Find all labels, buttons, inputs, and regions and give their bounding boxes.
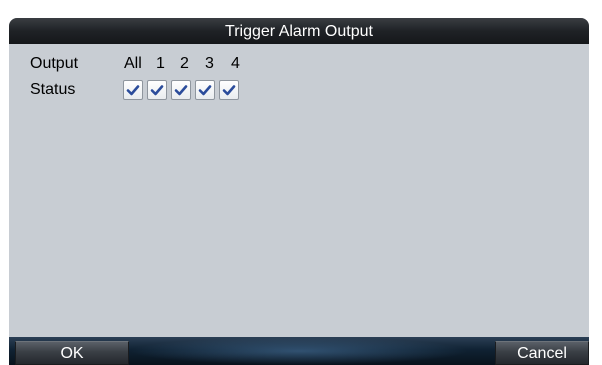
output-label-3: 3 [205, 55, 214, 72]
footer-glow [129, 337, 469, 365]
checkmark-icon [174, 85, 188, 96]
status-row-label: Status [30, 81, 76, 98]
checkmark-icon [222, 85, 236, 96]
dialog-content: Output Status All 1 2 3 4 [9, 44, 589, 337]
checkbox-output-1[interactable] [147, 80, 167, 100]
output-label-2: 2 [180, 55, 189, 72]
checkmark-icon [126, 85, 140, 96]
output-label-1: 1 [156, 55, 165, 72]
trigger-alarm-output-dialog: Trigger Alarm Output Output Status All 1… [9, 18, 589, 365]
checkbox-all[interactable] [123, 80, 143, 100]
output-row-label: Output [30, 55, 79, 72]
output-label-4: 4 [231, 55, 240, 72]
screen: Trigger Alarm Output Output Status All 1… [0, 0, 602, 365]
checkmark-icon [198, 85, 212, 96]
checkbox-output-3[interactable] [195, 80, 215, 100]
ok-button[interactable]: OK [15, 341, 129, 365]
dialog-footer: OK Cancel [9, 337, 589, 365]
checkbox-output-2[interactable] [171, 80, 191, 100]
checkbox-output-4[interactable] [219, 80, 239, 100]
output-label-all: All [124, 55, 142, 72]
checkmark-icon [150, 85, 164, 96]
cancel-button[interactable]: Cancel [495, 341, 589, 365]
dialog-title: Trigger Alarm Output [9, 18, 589, 44]
